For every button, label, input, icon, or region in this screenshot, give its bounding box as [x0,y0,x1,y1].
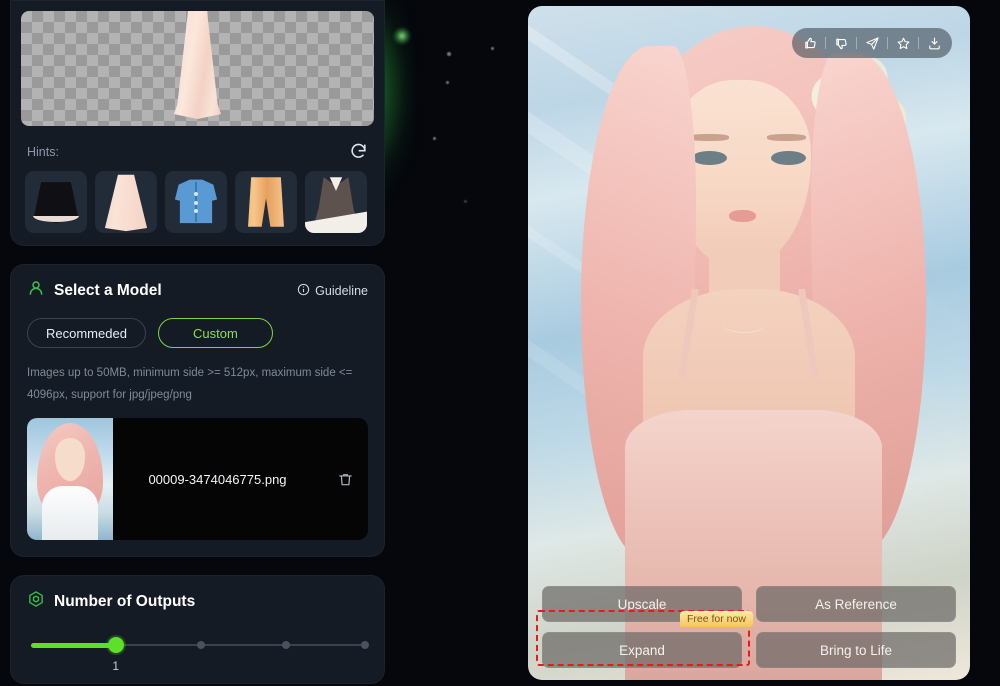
background-spark [446,81,449,84]
uploaded-model-thumbnail[interactable] [27,418,113,540]
necklace [722,313,767,333]
thumbs-down-icon[interactable] [829,31,853,55]
expand-button[interactable]: Expand [542,632,742,668]
garment-preview-card: Hints: [10,0,385,246]
black-skirt-hem [33,215,79,222]
outputs-title: Number of Outputs [54,592,196,610]
refresh-icon[interactable] [349,142,368,161]
toolbar-separator [856,37,857,49]
hint-thumbnails [21,171,374,233]
star-icon[interactable] [891,31,915,55]
download-icon[interactable] [922,31,946,55]
hints-row: Hints: [27,142,368,161]
recommended-option[interactable]: Recommeded [27,318,146,348]
generated-image-panel[interactable]: Upscale As Reference Expand Bring to Lif… [528,6,970,680]
select-model-title: Select a Model [54,281,162,299]
cardigan-button [193,192,198,197]
left-control-panel: Hints: Select a Model Guideline Recommed… [10,0,385,684]
slider-fill [31,642,120,648]
background-spark [447,52,451,56]
background-spark [491,47,494,50]
select-model-card: Select a Model Guideline Recommeded Cust… [10,264,385,557]
custom-option[interactable]: Custom [157,318,273,348]
select-model-header: Select a Model Guideline [27,279,368,302]
portrait-eye [691,150,727,166]
hint-item-orange-pants[interactable] [235,171,297,233]
toolbar-separator [887,37,888,49]
bring-to-life-button[interactable]: Bring to Life [756,632,956,668]
number-of-outputs-card: Number of Outputs 1 [10,575,385,684]
trash-icon[interactable] [322,471,368,488]
slider-tick[interactable] [196,641,205,649]
hint-item-black-skirt[interactable] [25,171,87,233]
background-spark [433,137,436,140]
toolbar-separator [825,37,826,49]
outputs-slider[interactable]: 1 [27,635,369,673]
slider-tick[interactable] [360,641,369,649]
portrait-lips [729,209,756,222]
guideline-label: Guideline [315,283,368,298]
garment-preview-image[interactable] [21,11,374,126]
info-circle-icon [297,283,310,299]
hexagon-icon [27,590,45,613]
pink-skirt-graphic [173,11,222,119]
portrait-eyebrow [766,134,807,141]
toolbar-separator [918,37,919,49]
model-type-toggle: Recommeded Custom [27,318,368,348]
portrait-eyebrow [689,134,730,141]
free-for-now-badge: Free for now [680,611,753,627]
cardigan-button [193,200,198,205]
slider-value-label: 1 [112,659,119,673]
hint-item-dark-dress[interactable] [305,171,367,233]
slider-tick[interactable] [282,641,291,649]
image-action-buttons: Upscale As Reference Expand Bring to Lif… [542,586,956,668]
upload-requirements-note: Images up to 50MB, minimum side >= 512px… [27,367,353,401]
background-spark [464,200,467,203]
guideline-button[interactable]: Guideline [297,283,368,299]
hint-item-blue-cardigan[interactable] [165,171,227,233]
black-skirt-icon [33,182,79,224]
thumbnail-dress [42,486,98,540]
as-reference-button[interactable]: As Reference [756,586,956,622]
slider-handle[interactable] [107,637,124,653]
background-glow-dot [393,27,411,45]
orange-pants-icon [248,177,284,227]
select-model-title-group: Select a Model [27,279,162,302]
hints-label: Hints: [27,144,59,159]
thumbs-up-icon[interactable] [798,31,822,55]
uploaded-file-row: 00009-3474046775.png [27,418,368,540]
hint-item-pink-long-skirt[interactable] [95,171,157,233]
pink-skirt-icon [104,174,148,232]
person-icon [27,279,45,302]
uploaded-file-name: 00009-3474046775.png [148,471,287,487]
send-icon[interactable] [860,31,884,55]
image-actions-toolbar [792,28,952,58]
outputs-title-group: Number of Outputs [27,590,368,613]
